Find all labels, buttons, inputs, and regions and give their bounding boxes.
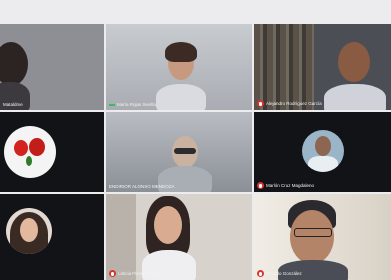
- avatar-face: [20, 218, 38, 242]
- participant-name-5: ENDIRIOR ALONSO MENDOZA: [109, 184, 175, 189]
- participant-avatar: [6, 208, 52, 254]
- participant-label: Alejandro Rodríguez García: [266, 101, 322, 106]
- participant-name-9: Ricardo González: [257, 270, 302, 277]
- room-wall: [106, 194, 136, 280]
- glasses: [294, 228, 332, 237]
- participant-tile-8[interactable]: Leticia Flores Toribio: [106, 194, 252, 280]
- participant-video: [154, 206, 182, 244]
- participant-name-8: Leticia Flores Toribio: [109, 270, 159, 277]
- avatar-shirt: [308, 156, 338, 172]
- participant-body: [324, 84, 386, 110]
- participant-tile-2[interactable]: María Rojas Sevilla: [106, 24, 252, 110]
- participant-label: ENDIRIOR ALONSO MENDOZA: [109, 184, 175, 189]
- participant-label: Marlón Cruz Magdaleno: [266, 183, 315, 188]
- participant-video: [0, 42, 28, 86]
- participant-label: María Rojas Sevilla: [117, 102, 156, 107]
- participant-name-3: Alejandro Rodríguez García: [257, 100, 322, 107]
- participant-name-6: Marlón Cruz Magdaleno: [257, 182, 314, 189]
- leaf-icon: [26, 156, 32, 166]
- flower-icon: [29, 138, 45, 156]
- mic-muted-icon: [257, 182, 264, 189]
- participant-tile-6[interactable]: Marlón Cruz Magdaleno: [254, 112, 391, 192]
- participant-label: Mataldme: [3, 102, 23, 107]
- participant-name-1: Mataldme: [3, 102, 23, 107]
- video-call-gallery: Mataldme María Rojas Sevilla Alejandro R…: [0, 0, 391, 280]
- flower-icon: [14, 140, 28, 156]
- bookshelf: [254, 24, 314, 110]
- participant-tile-5[interactable]: ENDIRIOR ALONSO MENDOZA: [106, 112, 252, 192]
- participant-tile-9[interactable]: Ricardo González: [254, 194, 391, 280]
- mic-muted-icon: [257, 270, 264, 277]
- participant-tile-7[interactable]: [0, 194, 104, 280]
- participant-avatar: [302, 130, 344, 172]
- participant-label: Ricardo González: [266, 271, 302, 276]
- avatar-face: [315, 136, 331, 156]
- participant-tile-3[interactable]: Alejandro Rodríguez García: [254, 24, 391, 110]
- mic-muted-icon: [109, 270, 116, 277]
- participant-name-2: María Rojas Sevilla: [109, 102, 156, 107]
- participant-hair: [165, 42, 197, 62]
- sunglasses: [174, 148, 196, 154]
- participant-label: Leticia Flores Toribio: [118, 271, 160, 276]
- participant-video: [290, 210, 334, 264]
- participant-video: [338, 42, 370, 82]
- participant-tile-1[interactable]: Mataldme: [0, 24, 104, 110]
- mic-muted-icon: [257, 100, 264, 107]
- participant-tile-4[interactable]: [0, 112, 104, 192]
- speaking-indicator-icon: [109, 103, 115, 106]
- participant-body: [156, 84, 206, 110]
- participant-avatar: [4, 126, 56, 178]
